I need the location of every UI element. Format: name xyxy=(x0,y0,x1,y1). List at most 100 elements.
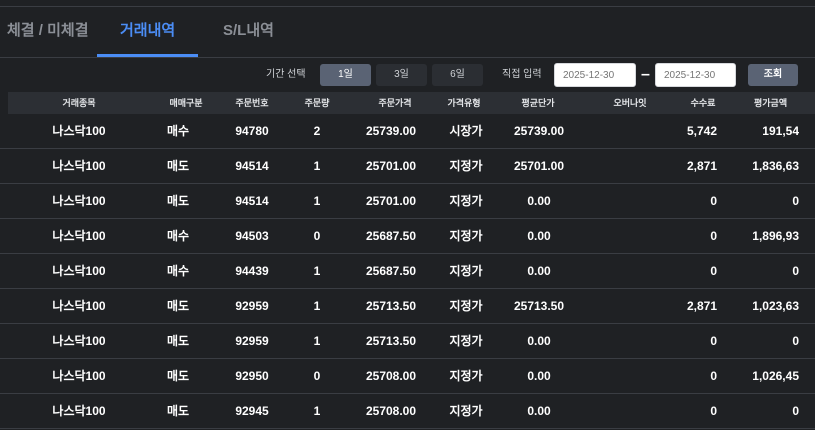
cell-overnight xyxy=(590,149,654,183)
cell-price-type: 지정가 xyxy=(449,264,483,278)
cell-valuation: 1,836,63 xyxy=(752,159,799,173)
cell-fee: 0 xyxy=(710,369,717,383)
cell-order-no: 92959 xyxy=(235,299,269,313)
table-row[interactable]: 나스닥100 매도 92959 1 25713.50 지정가 0.00 0 0 xyxy=(0,324,815,359)
cell-valuation: 191,54 xyxy=(762,124,799,138)
cell-valuation: 0 xyxy=(792,334,799,348)
cell-fee: 5,742 xyxy=(686,124,717,138)
end-date-input[interactable] xyxy=(655,63,736,87)
cell-order-price: 25708.00 xyxy=(365,369,417,383)
table-row[interactable]: 나스닥100 매도 92950 0 25708.00 지정가 0.00 0 1,026,45 xyxy=(0,359,815,394)
cell-side: 매수 xyxy=(166,264,190,278)
cell-fee: 0 xyxy=(710,404,717,418)
cell-order-price: 25701.00 xyxy=(365,194,417,208)
table-row[interactable]: 나스닥100 매수 94780 2 25739.00 시장가 25739.00 5,742 19… xyxy=(0,114,815,149)
filter-bar: 기간 선택 1일 3일 6일 직접 입력 – 조회 xyxy=(0,63,815,87)
cell-symbol: 나스닥100 xyxy=(52,334,106,348)
period-3day-button[interactable]: 3일 xyxy=(376,64,427,86)
cell-avg-price: 25713.50 xyxy=(513,299,565,313)
table-row[interactable]: 나스닥100 매도 92959 1 25713.50 지정가 25713.50 2,871 1,… xyxy=(0,289,815,324)
cell-overnight xyxy=(590,324,654,358)
col-header-fee: 수수료 xyxy=(690,98,716,108)
col-header-avg-price: 평균단가 xyxy=(521,98,555,108)
cell-fee: 2,871 xyxy=(686,299,717,313)
cell-side: 매수 xyxy=(166,229,190,243)
tab-open-orders[interactable]: 체결 / 미체결 xyxy=(7,7,89,57)
cell-avg-price: 0.00 xyxy=(527,264,551,278)
tab-trade-history[interactable]: 거래내역 xyxy=(120,7,175,57)
cell-order-price: 25739.00 xyxy=(365,124,417,138)
cell-order-price: 25708.00 xyxy=(365,404,417,418)
col-header-side: 매매구분 xyxy=(169,98,203,108)
cell-price-type: 지정가 xyxy=(449,194,483,208)
cell-quantity: 2 xyxy=(313,124,321,138)
table-row[interactable]: 나스닥100 매도 94514 1 25701.00 지정가 0.00 0 0 xyxy=(0,184,815,219)
cell-side: 매도 xyxy=(166,159,190,173)
search-button[interactable]: 조회 xyxy=(748,64,798,86)
col-header-symbol: 거래종목 xyxy=(62,98,96,108)
cell-side: 매도 xyxy=(166,194,190,208)
table-header: 거래종목 매매구분 주문번호 주문량 주문가격 가격유형 평균단가 오버나잇 수… xyxy=(8,92,815,114)
cell-order-price: 25713.50 xyxy=(365,299,417,313)
cell-symbol: 나스닥100 xyxy=(52,194,106,208)
cell-symbol: 나스닥100 xyxy=(52,229,106,243)
cell-symbol: 나스닥100 xyxy=(52,124,106,138)
cell-price-type: 지정가 xyxy=(449,334,483,348)
cell-symbol: 나스닥100 xyxy=(52,264,106,278)
cell-valuation: 0 xyxy=(792,264,799,278)
cell-valuation: 1,026,45 xyxy=(752,369,799,383)
tab-divider xyxy=(0,57,815,58)
col-header-order-price: 주문가격 xyxy=(378,98,412,108)
cell-price-type: 지정가 xyxy=(449,299,483,313)
cell-order-no: 94514 xyxy=(235,194,269,208)
table-row[interactable]: 나스닥100 매도 92945 1 25708.00 지정가 0.00 0 0 xyxy=(0,394,815,429)
cell-quantity: 0 xyxy=(313,369,321,383)
cell-avg-price: 0.00 xyxy=(527,404,551,418)
cell-avg-price: 0.00 xyxy=(527,334,551,348)
cell-order-price: 25687.50 xyxy=(365,264,417,278)
col-header-price-type: 가격유형 xyxy=(447,98,481,108)
period-label: 기간 선택 xyxy=(266,69,306,80)
cell-fee: 0 xyxy=(710,229,717,243)
cell-quantity: 1 xyxy=(313,404,321,418)
cell-symbol: 나스닥100 xyxy=(52,299,106,313)
cell-order-no: 92950 xyxy=(235,369,269,383)
cell-overnight xyxy=(590,394,654,428)
cell-avg-price: 0.00 xyxy=(527,369,551,383)
cell-fee: 0 xyxy=(710,334,717,348)
cell-overnight xyxy=(590,184,654,218)
cell-order-no: 94439 xyxy=(235,264,269,278)
cell-overnight xyxy=(590,289,654,323)
cell-symbol: 나스닥100 xyxy=(52,369,106,383)
cell-avg-price: 0.00 xyxy=(527,229,551,243)
cell-price-type: 시장가 xyxy=(449,124,483,138)
cell-side: 매수 xyxy=(166,124,190,138)
cell-avg-price: 25739.00 xyxy=(513,124,565,138)
cell-quantity: 1 xyxy=(313,194,321,208)
cell-quantity: 1 xyxy=(313,264,321,278)
cell-symbol: 나스닥100 xyxy=(52,159,106,173)
cell-valuation: 0 xyxy=(792,404,799,418)
cell-side: 매도 xyxy=(166,299,190,313)
cell-valuation: 1,896,93 xyxy=(752,229,799,243)
cell-overnight xyxy=(590,219,654,253)
tab-sl-history[interactable]: S/L내역 xyxy=(223,7,274,57)
start-date-input[interactable] xyxy=(554,63,636,87)
table-row[interactable]: 나스닥100 매도 94514 1 25701.00 지정가 25701.00 2,871 1,… xyxy=(0,149,815,184)
cell-side: 매도 xyxy=(166,404,190,418)
cell-symbol: 나스닥100 xyxy=(52,404,106,418)
cell-quantity: 1 xyxy=(313,334,321,348)
cell-order-no: 94514 xyxy=(235,159,269,173)
cell-quantity: 0 xyxy=(313,229,321,243)
cell-overnight xyxy=(590,114,654,148)
table-row[interactable]: 나스닥100 매수 94503 0 25687.50 지정가 0.00 0 1,896,93 xyxy=(0,219,815,254)
cell-order-price: 25701.00 xyxy=(365,159,417,173)
cell-order-no: 94780 xyxy=(235,124,269,138)
cell-order-price: 25687.50 xyxy=(365,229,417,243)
date-separator: – xyxy=(641,66,650,83)
period-1day-button[interactable]: 1일 xyxy=(320,64,371,86)
col-header-valuation: 평가금액 xyxy=(754,98,788,108)
table-row[interactable]: 나스닥100 매수 94439 1 25687.50 지정가 0.00 0 0 xyxy=(0,254,815,289)
period-6day-button[interactable]: 6일 xyxy=(432,64,483,86)
cell-price-type: 지정가 xyxy=(449,369,483,383)
